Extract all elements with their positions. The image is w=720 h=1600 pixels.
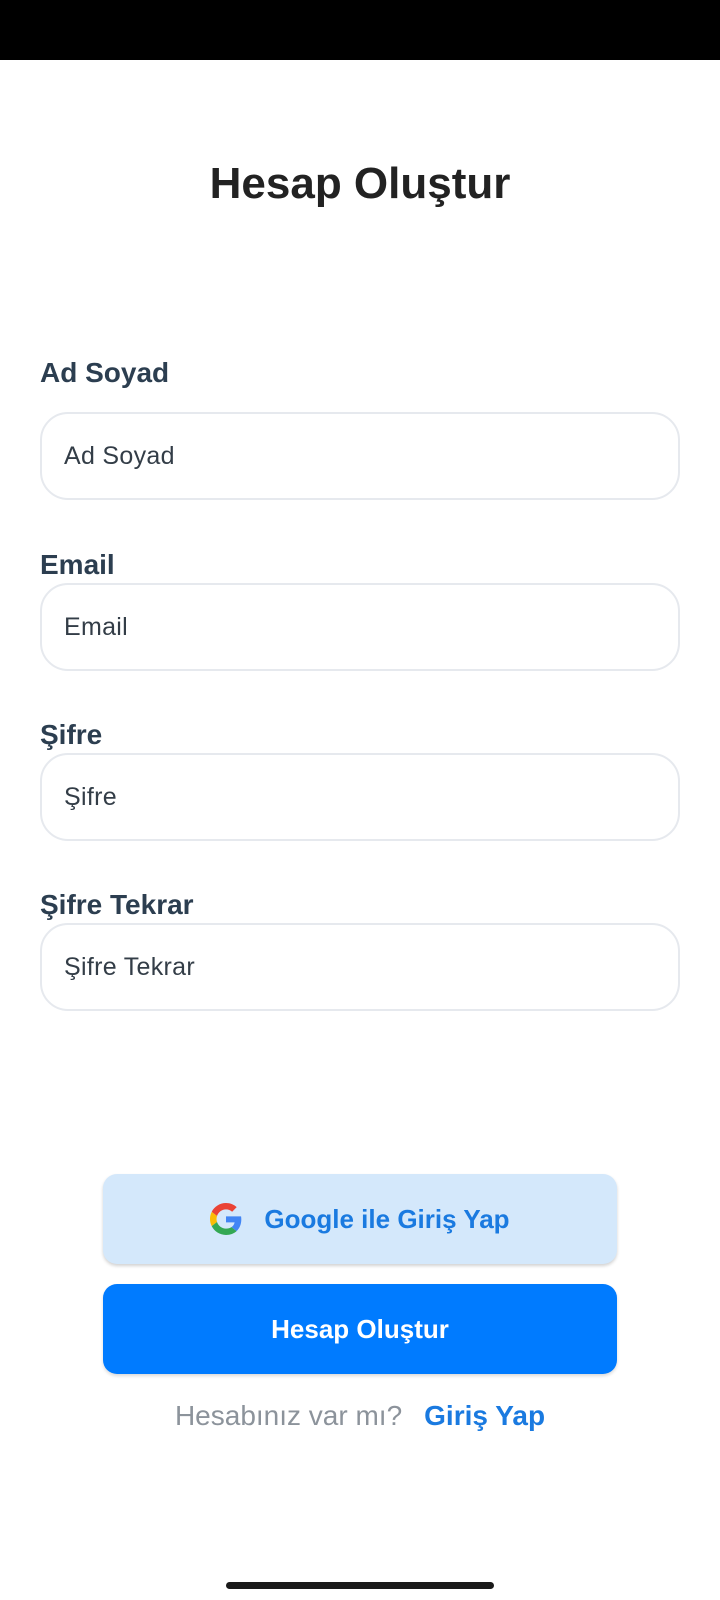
google-sign-in-label: Google ile Giriş Yap bbox=[264, 1203, 510, 1234]
home-indicator[interactable] bbox=[226, 1582, 494, 1589]
register-screen: Hesap Oluştur Ad Soyad Email Şifre Şifre… bbox=[0, 0, 720, 1600]
create-account-label: Hesap Oluştur bbox=[271, 1313, 449, 1344]
email-label: Email bbox=[40, 549, 115, 580]
password-repeat-label: Şifre Tekrar bbox=[40, 889, 194, 920]
email-input[interactable] bbox=[40, 583, 680, 671]
google-icon bbox=[210, 1203, 242, 1235]
password-repeat-input[interactable] bbox=[40, 923, 680, 1011]
login-link[interactable]: Giriş Yap bbox=[424, 1400, 545, 1432]
full-name-label: Ad Soyad bbox=[40, 357, 170, 388]
login-prompt-row: Hesabınız var mı? Giriş Yap bbox=[0, 1400, 720, 1432]
login-prompt-text: Hesabınız var mı? bbox=[174, 1400, 403, 1431]
create-account-button[interactable]: Hesap Oluştur bbox=[103, 1284, 617, 1374]
password-label: Şifre bbox=[40, 719, 103, 750]
status-bar bbox=[0, 0, 720, 60]
google-sign-in-button[interactable]: Google ile Giriş Yap bbox=[103, 1174, 617, 1264]
password-input[interactable] bbox=[40, 753, 680, 841]
page-title: Hesap Oluştur bbox=[209, 159, 511, 208]
full-name-input[interactable] bbox=[40, 412, 680, 500]
